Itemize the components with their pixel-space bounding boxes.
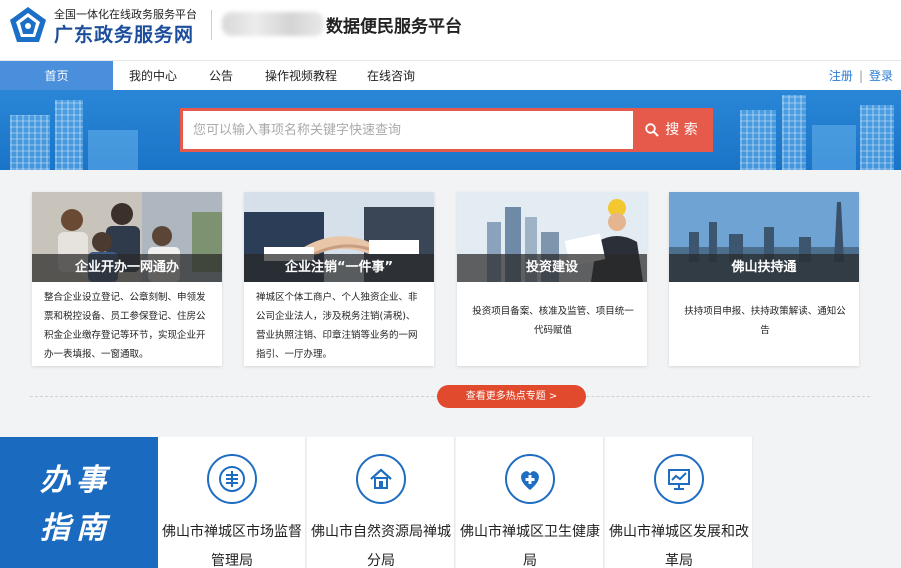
card-title: 佛山扶持通 bbox=[669, 254, 859, 282]
dept-name: 佛山市禅城区卫生健康局 bbox=[460, 524, 600, 568]
market-supervision-icon bbox=[207, 454, 257, 504]
dept-name: 佛山市禅城区发展和改革局 bbox=[609, 524, 749, 568]
login-link[interactable]: 登录 bbox=[869, 69, 893, 83]
main-nav: 首页 我的中心 公告 操作视频教程 在线咨询 注册 | 登录 bbox=[0, 60, 901, 91]
more-topics-button[interactable]: 查看更多热点专题 > bbox=[437, 385, 586, 408]
card-description: 投资项目备案、核准及监管、项目统一代码赋值 bbox=[472, 306, 634, 336]
nav-home[interactable]: 首页 bbox=[0, 61, 113, 91]
guide-empty-area bbox=[754, 437, 901, 568]
search-button-label: 搜 索 bbox=[665, 122, 698, 138]
search-input[interactable] bbox=[183, 111, 636, 149]
card-investment-construction[interactable]: 投资建设 投资项目备案、核准及监管、项目统一代码赋值 bbox=[457, 192, 647, 366]
card-description: 扶持项目申报、扶持政策解读、通知公告 bbox=[684, 306, 846, 336]
dept-health[interactable]: 佛山市禅城区卫生健康局 bbox=[456, 437, 604, 568]
card-title: 企业注销“一件事” bbox=[244, 254, 434, 282]
blurred-region-name bbox=[222, 12, 324, 36]
guangdong-logo-icon[interactable] bbox=[8, 6, 48, 44]
nav-announcements[interactable]: 公告 bbox=[193, 61, 249, 91]
nav-online-consult[interactable]: 在线咨询 bbox=[353, 61, 429, 91]
guide-panel: 办事指南 bbox=[0, 437, 158, 568]
card-business-startup[interactable]: 企业开办一网通办 整合企业设立登记、公章刻制、申领发票和税控设备、员工参保登记、… bbox=[32, 192, 222, 366]
register-link[interactable]: 注册 bbox=[829, 69, 853, 83]
auth-links: 注册 | 登录 bbox=[829, 61, 893, 91]
dept-name: 佛山市禅城区市场监督管理局 bbox=[162, 524, 302, 568]
site-header: 全国一体化在线政务服务平台 广东政务服务网 数据便民服务平台 bbox=[0, 0, 901, 60]
logo-title[interactable]: 广东政务服务网 bbox=[54, 20, 194, 47]
card-description: 整合企业设立登记、公章刻制、申领发票和税控设备、员工参保登记、住房公积金企业缴存… bbox=[44, 292, 206, 360]
dept-development-reform[interactable]: 佛山市禅城区发展和改革局 bbox=[605, 437, 753, 568]
platform-title: 数据便民服务平台 bbox=[326, 17, 462, 37]
card-business-deregistration[interactable]: 企业注销“一件事” 禅城区个体工商户、个人独资企业、非公司企业法人，涉及税务注销… bbox=[244, 192, 434, 366]
card-description: 禅城区个体工商户、个人独资企业、非公司企业法人，涉及税务注销(清税)、营业执照注… bbox=[256, 292, 418, 360]
auth-separator: | bbox=[858, 69, 863, 83]
dept-name: 佛山市自然资源局禅城分局 bbox=[311, 524, 451, 568]
health-icon bbox=[505, 454, 555, 504]
card-title: 企业开办一网通办 bbox=[32, 254, 222, 282]
dept-natural-resources[interactable]: 佛山市自然资源局禅城分局 bbox=[307, 437, 455, 568]
search-banner: 搜 索 bbox=[0, 90, 901, 170]
search-icon bbox=[645, 123, 659, 137]
guide-title: 办事指南 bbox=[40, 463, 112, 546]
search-box: 搜 索 bbox=[180, 108, 713, 152]
nav-my-center[interactable]: 我的中心 bbox=[113, 61, 193, 91]
card-foshan-support[interactable]: 佛山扶持通 扶持项目申报、扶持政策解读、通知公告 bbox=[669, 192, 859, 366]
search-button[interactable]: 搜 索 bbox=[633, 111, 710, 149]
header-divider bbox=[211, 10, 212, 40]
card-title: 投资建设 bbox=[457, 254, 647, 282]
nav-video-tutorials[interactable]: 操作视频教程 bbox=[249, 61, 353, 91]
chart-board-icon bbox=[654, 454, 704, 504]
dept-market-supervision[interactable]: 佛山市禅城区市场监督管理局 bbox=[158, 437, 306, 568]
house-icon bbox=[356, 454, 406, 504]
